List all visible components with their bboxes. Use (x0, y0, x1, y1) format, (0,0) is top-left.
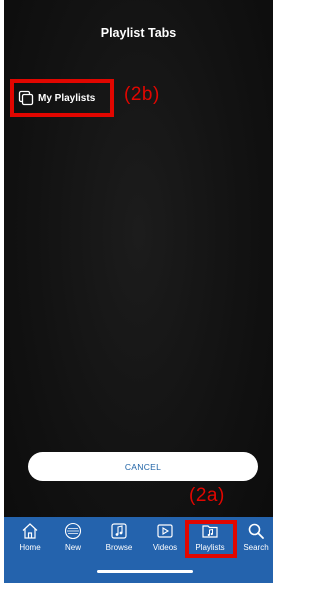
playlists-tab-highlight (185, 520, 237, 558)
my-playlists-label: My Playlists (38, 92, 96, 104)
annotation-2a: (2a) (189, 485, 225, 506)
search-icon (248, 523, 264, 539)
page-title: Playlist Tabs (100, 26, 177, 40)
home-icon (22, 523, 38, 539)
tab-new[interactable]: New (53, 521, 93, 557)
tab-browse[interactable]: Browse (99, 521, 139, 557)
tab-search-label: Search (243, 543, 269, 552)
new-icon (64, 522, 82, 540)
play-icon (157, 524, 173, 538)
my-playlists-item[interactable]: My Playlists (10, 79, 114, 117)
annotation-2b: (2b) (124, 84, 160, 105)
tab-videos-label: Videos (152, 543, 178, 552)
tab-videos[interactable]: Videos (145, 521, 185, 557)
tab-new-label: New (64, 543, 81, 552)
tab-home[interactable]: Home (10, 521, 50, 557)
tab-search[interactable]: Search (236, 521, 273, 557)
cancel-button[interactable]: CANCEL (28, 452, 258, 481)
tab-home-label: Home (19, 543, 41, 552)
music-note-icon (111, 523, 127, 539)
home-indicator[interactable] (97, 570, 193, 573)
playlist-stack-icon (18, 90, 34, 106)
app-screen: Playlist Tabs My Playlists (2b) (2a) CAN… (4, 0, 273, 583)
tab-browse-label: Browse (105, 543, 133, 552)
